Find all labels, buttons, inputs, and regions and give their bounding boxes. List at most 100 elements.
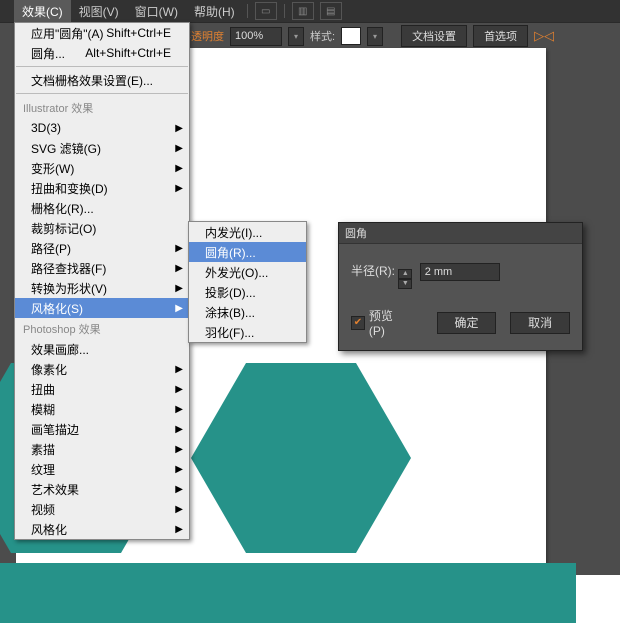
submenu-arrow-icon: ▶ (175, 143, 183, 154)
submenu-arrow-icon: ▶ (175, 524, 183, 535)
submenu-arrow-icon: ▶ (175, 183, 183, 194)
menu-item[interactable]: 裁剪标记(O) (15, 218, 189, 238)
menu-item[interactable]: 3D(3) ▶ (15, 118, 189, 138)
menu-raster-settings[interactable]: 文档栅格效果设置(E)... (15, 70, 189, 90)
toolbar-icon3[interactable]: ▤ (320, 2, 342, 20)
menu-item-label: 裁剪标记(O) (31, 220, 96, 237)
menu-help[interactable]: 帮助(H) (186, 0, 243, 22)
menu-item-label: 羽化(F)... (205, 324, 254, 341)
style-dropdown[interactable]: ▾ (367, 27, 383, 46)
menu-shortcut: Alt+Shift+Ctrl+E (85, 46, 171, 60)
radius-stepper[interactable]: ▲▼ (398, 269, 412, 289)
dialog-title: 圆角 (339, 223, 582, 244)
toolbar-icon2[interactable]: ▥ (292, 2, 314, 20)
menu-item[interactable]: 模糊 ▶ (15, 399, 189, 419)
menu-item-label: 3D(3) (31, 121, 61, 135)
menu-item[interactable]: 像素化▶ (15, 359, 189, 379)
submenu-arrow-icon: ▶ (175, 404, 183, 415)
menu-item-label: 涂抹(B)... (205, 304, 255, 321)
menu-item[interactable]: 视频 ▶ (15, 499, 189, 519)
menu-item-label: 变形(W) (31, 160, 74, 177)
menu-item[interactable]: 艺术效果 ▶ (15, 479, 189, 499)
ok-button[interactable]: 确定 (437, 312, 497, 334)
menu-item[interactable]: 风格化 ▶ (15, 519, 189, 539)
menu-item-label: 素描 (31, 441, 55, 458)
menu-item[interactable]: 外发光(O)... (189, 262, 306, 282)
submenu-arrow-icon: ▶ (175, 283, 183, 294)
submenu-arrow-icon: ▶ (175, 243, 183, 254)
submenu-arrow-icon: ▶ (175, 364, 183, 375)
menu-item[interactable]: 素描▶ (15, 439, 189, 459)
style-swatch[interactable] (341, 27, 361, 45)
effects-menu: 应用"圆角"(A) Shift+Ctrl+E 圆角... Alt+Shift+C… (14, 22, 190, 540)
menu-item-label: 画笔描边 (31, 421, 79, 438)
align-icon[interactable]: ▷◁ (534, 28, 554, 44)
submenu-arrow-icon: ▶ (175, 123, 183, 134)
menu-item[interactable]: 路径(P) ▶ (15, 238, 189, 258)
menu-item[interactable]: 圆角(R)... (189, 242, 306, 262)
opacity-dropdown[interactable]: ▾ (288, 27, 304, 46)
submenu-arrow-icon: ▶ (175, 163, 183, 174)
menu-item[interactable]: 扭曲和变换(D) ▶ (15, 178, 189, 198)
style-label: 样式: (310, 28, 335, 44)
toolbar-icon1[interactable]: ▭ (255, 2, 277, 20)
preview-checkbox[interactable]: ✔ 预览(P) (351, 307, 409, 338)
menu-apply-effect[interactable]: 应用"圆角"(A) Shift+Ctrl+E (15, 23, 189, 43)
menu-item[interactable]: 画笔描边 ▶ (15, 419, 189, 439)
menu-item[interactable]: 羽化(F)... (189, 322, 306, 342)
menu-item-label: 艺术效果 (31, 481, 79, 498)
menu-item[interactable]: 路径查找器(F)▶ (15, 258, 189, 278)
menu-item-label: 投影(D)... (205, 284, 256, 301)
menu-item-label: 扭曲 (31, 381, 55, 398)
menu-view[interactable]: 视图(V) (71, 0, 127, 22)
radius-label: 半径(R): (351, 264, 395, 278)
menu-item-label: 风格化(S) (31, 300, 83, 317)
preview-label: 预览(P) (369, 307, 409, 338)
menu-item-label: 内发光(I)... (205, 224, 262, 241)
menu-item-label: 圆角... (31, 45, 65, 62)
opacity-input[interactable] (230, 27, 282, 46)
menu-item-label: 效果画廊... (31, 341, 89, 358)
radius-input[interactable] (420, 263, 500, 281)
menu-item-label: SVG 滤镜(G) (31, 140, 101, 157)
round-corners-dialog: 圆角 半径(R): ▲▼ ✔ 预览(P) 确定 取消 (338, 222, 583, 351)
menu-item[interactable]: 风格化(S) ▶ (15, 298, 189, 318)
stylize-submenu: 内发光(I)...圆角(R)... 外发光(O)... 投影(D)... 涂抹(B).… (188, 221, 307, 343)
menu-item-label: 外发光(O)... (205, 264, 268, 281)
menu-effects[interactable]: 效果(C) (14, 0, 71, 22)
submenu-arrow-icon: ▶ (175, 484, 183, 495)
menu-window[interactable]: 窗口(W) (127, 0, 186, 22)
menu-item-label: 模糊 (31, 401, 55, 418)
menu-item-label: 文档栅格效果设置(E)... (31, 72, 153, 89)
submenu-arrow-icon: ▶ (175, 263, 183, 274)
menu-item[interactable]: 效果画廊... (15, 339, 189, 359)
menu-item[interactable]: 内发光(I)... (189, 222, 306, 242)
menu-item[interactable]: 扭曲 ▶ (15, 379, 189, 399)
cancel-button[interactable]: 取消 (510, 312, 570, 334)
menu-item[interactable]: 涂抹(B)... (189, 302, 306, 322)
illustrator-effects-header: Illustrator 效果 (15, 97, 189, 118)
menu-item[interactable]: 变形(W) ▶ (15, 158, 189, 178)
menu-item-label: 转换为形状(V) (31, 280, 107, 297)
menu-item[interactable]: SVG 滤镜(G) ▶ (15, 138, 189, 158)
menu-item-label: 视频 (31, 501, 55, 518)
submenu-arrow-icon: ▶ (175, 504, 183, 515)
checkbox-icon: ✔ (351, 316, 365, 330)
doc-setup-button[interactable]: 文档设置 (401, 25, 467, 47)
menu-item-label: 应用"圆角"(A) (31, 25, 104, 42)
submenu-arrow-icon: ▶ (175, 384, 183, 395)
menu-reapply-effect[interactable]: 圆角... Alt+Shift+Ctrl+E (15, 43, 189, 63)
menu-item[interactable]: 转换为形状(V) ▶ (15, 278, 189, 298)
rect-shape[interactable] (0, 563, 576, 623)
menu-item-label: 风格化 (31, 521, 67, 538)
menu-item-label: 扭曲和变换(D) (31, 180, 108, 197)
submenu-arrow-icon: ▶ (175, 424, 183, 435)
menu-item[interactable]: 投影(D)... (189, 282, 306, 302)
menu-item[interactable]: 纹理▶ (15, 459, 189, 479)
submenu-arrow-icon: ▶ (175, 303, 183, 314)
menu-item-label: 路径(P) (31, 240, 71, 257)
menu-item[interactable]: 栅格化(R)... (15, 198, 189, 218)
menu-item-label: 栅格化(R)... (31, 200, 94, 217)
hexagon-shape[interactable] (191, 363, 411, 553)
prefs-button[interactable]: 首选项 (473, 25, 528, 47)
